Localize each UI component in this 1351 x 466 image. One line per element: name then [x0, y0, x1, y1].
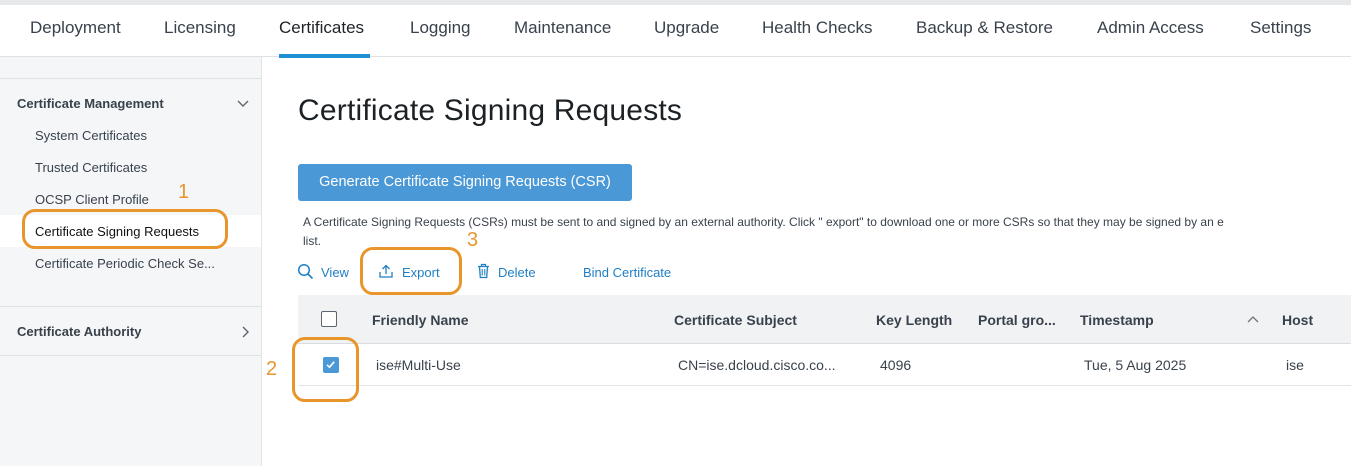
- trash-icon: [478, 263, 489, 279]
- bind-certificate-button[interactable]: Bind Certificate: [583, 263, 683, 283]
- tab-admin-access[interactable]: Admin Access: [1097, 18, 1204, 38]
- sidebar-item-label: OCSP Client Profile: [35, 192, 149, 207]
- cell-friendly-name: ise#Multi-Use: [376, 357, 461, 373]
- view-button[interactable]: View: [297, 263, 353, 283]
- bind-certificate-label: Bind Certificate: [583, 265, 672, 280]
- chevron-right-icon: [242, 326, 249, 338]
- chevron-down-icon[interactable]: [235, 95, 251, 111]
- description-line: list.: [303, 234, 321, 248]
- cell-certificate-subject: CN=ise.dcloud.cisco.co...: [678, 357, 836, 373]
- delete-button[interactable]: Delete: [476, 263, 540, 283]
- tab-deployment[interactable]: Deployment: [30, 18, 121, 38]
- sidebar-item-ocsp-client-profile[interactable]: OCSP Client Profile: [0, 183, 261, 215]
- cell-host: ise: [1286, 357, 1304, 373]
- tab-logging[interactable]: Logging: [410, 18, 471, 38]
- search-icon: [297, 263, 314, 280]
- column-friendly-name[interactable]: Friendly Name: [372, 312, 468, 328]
- cell-key-length: 4096: [880, 357, 912, 373]
- column-host[interactable]: Host: [1282, 312, 1313, 328]
- sidebar-item-label: Certificate Signing Requests: [35, 224, 200, 239]
- column-timestamp[interactable]: Timestamp: [1080, 312, 1154, 328]
- tab-backup-restore[interactable]: Backup & Restore: [916, 18, 1053, 38]
- tab-health-checks[interactable]: Health Checks: [762, 18, 873, 38]
- export-button[interactable]: Export: [378, 263, 446, 283]
- tab-maintenance[interactable]: Maintenance: [514, 18, 611, 38]
- select-all-checkbox[interactable]: [321, 311, 337, 327]
- tab-certificates[interactable]: Certificates: [279, 18, 364, 38]
- export-label: Export: [402, 265, 440, 280]
- main-content: Certificate Signing Requests Generate Ce…: [262, 57, 1351, 466]
- sidebar-item-certificate-signing-requests[interactable]: Certificate Signing Requests: [0, 215, 261, 247]
- sidebar-item-label: System Certificates: [35, 128, 147, 143]
- table-header: Friendly Name Certificate Subject Key Le…: [298, 295, 1351, 344]
- description-text: A Certificate Signing Requests (CSRs) mu…: [303, 213, 1351, 251]
- cell-timestamp: Tue, 5 Aug 2025: [1084, 357, 1187, 373]
- row-checkbox[interactable]: [323, 357, 339, 373]
- generate-csr-button[interactable]: Generate Certificate Signing Requests (C…: [298, 164, 632, 201]
- column-portal-group[interactable]: Portal gro...: [978, 312, 1056, 328]
- upload-icon: [379, 264, 393, 278]
- top-tab-bar: Deployment Licensing Certificates Loggin…: [0, 0, 1351, 58]
- sidebar-item-label: Trusted Certificates: [35, 160, 148, 175]
- view-label: View: [321, 265, 349, 280]
- sidebar-item-certificate-periodic-check[interactable]: Certificate Periodic Check Se...: [0, 247, 261, 279]
- sidebar: Certificate Management System Certificat…: [0, 57, 262, 466]
- delete-label: Delete: [498, 265, 536, 280]
- sort-ascending-icon[interactable]: [1246, 314, 1260, 324]
- tab-upgrade[interactable]: Upgrade: [654, 18, 719, 38]
- table-row[interactable]: ise#Multi-Use CN=ise.dcloud.cisco.co... …: [298, 344, 1351, 386]
- description-line: A Certificate Signing Requests (CSRs) mu…: [303, 215, 1224, 229]
- sidebar-section-title[interactable]: Certificate Management: [17, 96, 164, 111]
- sidebar-item-system-certificates[interactable]: System Certificates: [0, 119, 261, 151]
- sidebar-item-trusted-certificates[interactable]: Trusted Certificates: [0, 151, 261, 183]
- tab-settings[interactable]: Settings: [1250, 18, 1311, 38]
- column-certificate-subject[interactable]: Certificate Subject: [674, 312, 797, 328]
- sidebar-section-authority[interactable]: Certificate Authority: [0, 306, 261, 356]
- tab-licensing[interactable]: Licensing: [164, 18, 236, 38]
- column-key-length[interactable]: Key Length: [876, 312, 952, 328]
- sidebar-item-label: Certificate Periodic Check Se...: [35, 256, 215, 271]
- checkmark-icon: [326, 361, 335, 369]
- sidebar-section-title: Certificate Authority: [17, 324, 142, 339]
- page-title: Certificate Signing Requests: [298, 94, 683, 127]
